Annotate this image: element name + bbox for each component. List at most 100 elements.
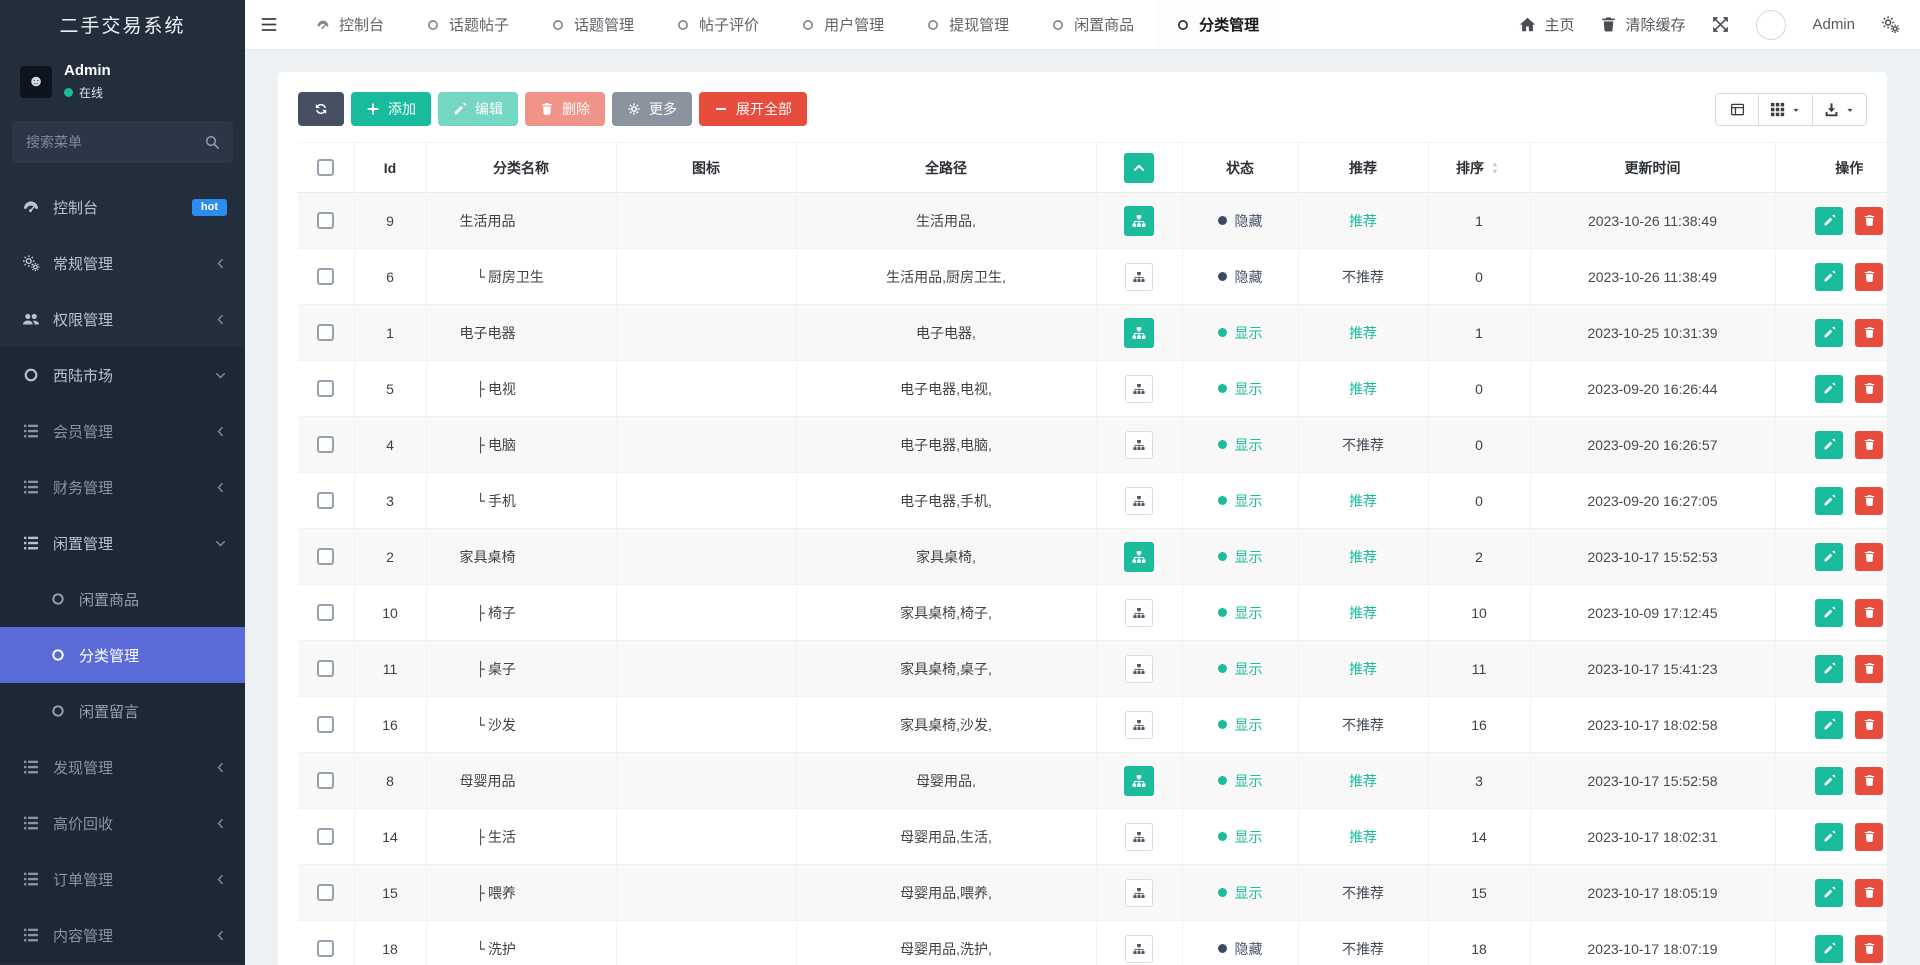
- row-edit-button[interactable]: [1815, 767, 1843, 795]
- settings-gears-icon[interactable]: [1881, 15, 1900, 34]
- sidebar-item-闲置商品[interactable]: 闲置商品: [0, 571, 245, 627]
- row-checkbox[interactable]: [317, 436, 334, 453]
- row-delete-button[interactable]: [1855, 935, 1883, 963]
- row-checkbox[interactable]: [317, 772, 334, 789]
- row-edit-button[interactable]: [1815, 599, 1843, 627]
- search-input[interactable]: [12, 121, 233, 163]
- sidebar-item-高价回收[interactable]: 高价回收: [0, 795, 245, 851]
- header-updated[interactable]: 更新时间: [1530, 143, 1775, 193]
- header-name[interactable]: 分类名称: [426, 143, 616, 193]
- clear-cache-link[interactable]: 清除缓存: [1600, 14, 1685, 35]
- topnav-tab[interactable]: 帖子评价: [655, 0, 780, 49]
- sidebar-item-常规管理[interactable]: 常规管理: [0, 235, 245, 291]
- topnav-tab[interactable]: 用户管理: [780, 0, 905, 49]
- row-edit-button[interactable]: [1815, 543, 1843, 571]
- edit-button[interactable]: 编辑: [438, 92, 518, 126]
- fullscreen-icon[interactable]: [1711, 15, 1730, 34]
- row-checkbox[interactable]: [317, 548, 334, 565]
- header-sort[interactable]: 排序: [1428, 143, 1530, 193]
- row-delete-button[interactable]: [1855, 655, 1883, 683]
- row-checkbox[interactable]: [317, 716, 334, 733]
- delete-button[interactable]: 删除: [525, 92, 605, 126]
- row-edit-button[interactable]: [1815, 655, 1843, 683]
- detail-view-button[interactable]: [1715, 93, 1759, 126]
- tree-toggle-button[interactable]: [1124, 542, 1154, 572]
- row-delete-button[interactable]: [1855, 711, 1883, 739]
- row-checkbox[interactable]: [317, 212, 334, 229]
- row-checkbox[interactable]: [317, 604, 334, 621]
- tree-toggle-button[interactable]: [1125, 935, 1153, 963]
- topnav-tab[interactable]: 提现管理: [905, 0, 1030, 49]
- tree-toggle-button[interactable]: [1124, 206, 1154, 236]
- tree-toggle-button[interactable]: [1125, 823, 1153, 851]
- topbar-username[interactable]: Admin: [1812, 16, 1855, 33]
- tree-toggle-button[interactable]: [1125, 375, 1153, 403]
- sidebar-item-分类管理[interactable]: 分类管理: [0, 627, 245, 683]
- collapse-all-button[interactable]: [1124, 153, 1154, 183]
- row-delete-button[interactable]: [1855, 879, 1883, 907]
- row-delete-button[interactable]: [1855, 319, 1883, 347]
- select-all-checkbox[interactable]: [317, 159, 334, 176]
- topbar-avatar[interactable]: [1756, 10, 1786, 40]
- tree-toggle-button[interactable]: [1125, 263, 1153, 291]
- header-icon[interactable]: 图标: [616, 143, 796, 193]
- grid-view-button[interactable]: [1758, 93, 1813, 126]
- header-path[interactable]: 全路径: [796, 143, 1096, 193]
- row-delete-button[interactable]: [1855, 599, 1883, 627]
- row-edit-button[interactable]: [1815, 879, 1843, 907]
- row-delete-button[interactable]: [1855, 543, 1883, 571]
- row-edit-button[interactable]: [1815, 935, 1843, 963]
- row-delete-button[interactable]: [1855, 431, 1883, 459]
- topnav-tab[interactable]: 分类管理: [1155, 0, 1280, 49]
- topnav-tab[interactable]: 控制台: [295, 0, 405, 49]
- row-edit-button[interactable]: [1815, 487, 1843, 515]
- row-edit-button[interactable]: [1815, 431, 1843, 459]
- row-edit-button[interactable]: [1815, 207, 1843, 235]
- topnav-tab[interactable]: 闲置商品: [1030, 0, 1155, 49]
- row-checkbox[interactable]: [317, 884, 334, 901]
- row-checkbox[interactable]: [317, 324, 334, 341]
- add-button[interactable]: 添加: [351, 92, 431, 126]
- row-delete-button[interactable]: [1855, 487, 1883, 515]
- header-id[interactable]: Id: [354, 143, 426, 193]
- tree-toggle-button[interactable]: [1124, 318, 1154, 348]
- row-edit-button[interactable]: [1815, 711, 1843, 739]
- tree-toggle-button[interactable]: [1125, 599, 1153, 627]
- refresh-button[interactable]: [298, 92, 344, 126]
- header-recommend[interactable]: 推荐: [1298, 143, 1428, 193]
- row-edit-button[interactable]: [1815, 319, 1843, 347]
- sidebar-item-财务管理[interactable]: 财务管理: [0, 459, 245, 515]
- header-status[interactable]: 状态: [1182, 143, 1298, 193]
- row-edit-button[interactable]: [1815, 375, 1843, 403]
- more-button[interactable]: 更多: [612, 92, 692, 126]
- row-checkbox[interactable]: [317, 660, 334, 677]
- row-checkbox[interactable]: [317, 380, 334, 397]
- sidebar-item-控制台[interactable]: 控制台 hot: [0, 179, 245, 235]
- export-view-button[interactable]: [1812, 93, 1867, 126]
- row-checkbox[interactable]: [317, 828, 334, 845]
- sidebar-item-发现管理[interactable]: 发现管理: [0, 739, 245, 795]
- row-delete-button[interactable]: [1855, 767, 1883, 795]
- row-checkbox[interactable]: [317, 940, 334, 957]
- row-edit-button[interactable]: [1815, 823, 1843, 851]
- row-delete-button[interactable]: [1855, 823, 1883, 851]
- topnav-tab[interactable]: 话题帖子: [405, 0, 530, 49]
- sidebar-item-订单管理[interactable]: 订单管理: [0, 851, 245, 907]
- sidebar-item-权限管理[interactable]: 权限管理: [0, 291, 245, 347]
- expand-all-button[interactable]: 展开全部: [699, 92, 807, 126]
- home-link[interactable]: 主页: [1519, 14, 1574, 35]
- sidebar-item-闲置管理[interactable]: 闲置管理: [0, 515, 245, 571]
- row-checkbox[interactable]: [317, 492, 334, 509]
- tree-toggle-button[interactable]: [1125, 879, 1153, 907]
- sidebar-item-内容管理[interactable]: 内容管理: [0, 907, 245, 963]
- tree-toggle-button[interactable]: [1125, 487, 1153, 515]
- tree-toggle-button[interactable]: [1125, 655, 1153, 683]
- row-checkbox[interactable]: [317, 268, 334, 285]
- sidebar-item-西陆市场[interactable]: 西陆市场: [0, 347, 245, 403]
- sidebar-item-闲置留言[interactable]: 闲置留言: [0, 683, 245, 739]
- topnav-tab[interactable]: 话题管理: [530, 0, 655, 49]
- row-delete-button[interactable]: [1855, 375, 1883, 403]
- sidebar-item-会员管理[interactable]: 会员管理: [0, 403, 245, 459]
- menu-toggle-icon[interactable]: [260, 17, 278, 32]
- row-edit-button[interactable]: [1815, 263, 1843, 291]
